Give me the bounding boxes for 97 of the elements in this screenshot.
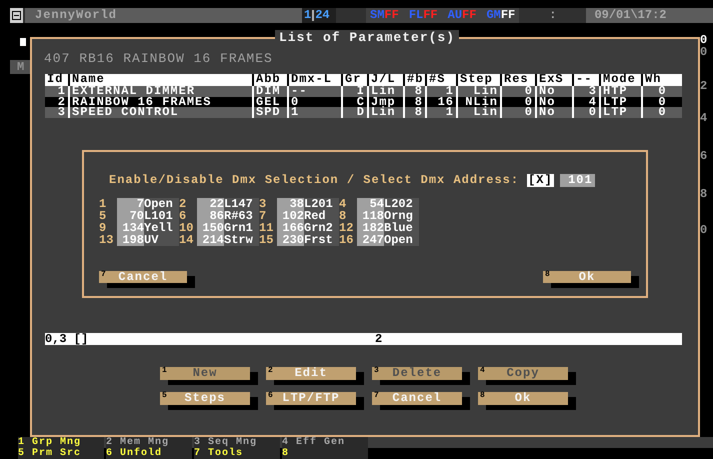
flag-label: FL — [408, 8, 424, 23]
function-key[interactable]: 2 Mem Mng — [106, 437, 192, 448]
slot-name: Grn1 — [224, 222, 259, 234]
function-key[interactable]: 7 Tools — [194, 448, 280, 459]
slot-index: 3 — [259, 198, 268, 210]
page-number: 1 — [304, 8, 312, 23]
flag-label: SM — [370, 8, 384, 23]
slot-name: Frst — [304, 234, 339, 246]
scale-label: 0 — [700, 46, 708, 58]
function-key[interactable]: 5 Prm Src — [18, 448, 104, 459]
slot-index: 9 — [99, 222, 108, 234]
flag-value: FF — [384, 8, 399, 23]
function-key[interactable]: 4 Eff Gen — [282, 437, 368, 448]
status-value: 2 — [375, 332, 382, 344]
slot-name: Open — [144, 198, 179, 210]
scale-label: 2 — [700, 80, 708, 92]
table-cell-text: 2 — [56, 96, 67, 107]
function-key[interactable]: 3 Seq Mng — [194, 437, 280, 448]
table-cell: Lin — [456, 107, 500, 118]
slot-name: Yell — [144, 222, 179, 234]
flag-value: FF — [500, 8, 516, 23]
slot-index: 5 — [99, 210, 108, 222]
slot-name: Red — [304, 210, 339, 222]
slot-index: 13 — [99, 234, 114, 246]
action-button[interactable]: 5 Steps — [160, 392, 250, 404]
table-cell: SPEED CONTROL — [68, 107, 252, 118]
table-cell: 1 — [425, 107, 456, 118]
dialog-subtitle: 407 RB16 RAINBOW 16 FRAMES — [44, 51, 273, 66]
slot-name: L147 — [224, 198, 259, 210]
slot-name: R#63 — [224, 210, 259, 222]
table-row[interactable]: 3 SPEED CONTROL SPD 1 D Lin 8 1 Lin 0 No 0 LTP 0 — [45, 107, 682, 118]
side-label: M — [10, 60, 30, 74]
slot-index: 14 — [179, 234, 194, 246]
table-row[interactable]: 1 EXTERNAL DIMMER DIM -- I Lin 8 1 Lin 0 No 3 HTP 0 — [45, 86, 682, 96]
slot-name: Strw — [224, 234, 259, 246]
dialog-button[interactable]: 7 Cancel — [99, 271, 187, 283]
scale-label: 0 — [700, 34, 708, 46]
dialog-button[interactable]: 8 Ok — [543, 271, 631, 283]
scale-label: 4 — [700, 112, 708, 124]
flag-value: FF — [462, 8, 476, 23]
slot-index: 16 — [339, 234, 354, 246]
table-cell-text: 3 — [56, 107, 67, 118]
slot-index: 1 — [99, 198, 108, 210]
action-button[interactable]: 7 Cancel — [372, 392, 462, 404]
slot-index: 4 — [339, 198, 348, 210]
slot-index: 15 — [259, 234, 274, 246]
table-cell: LTP — [599, 107, 641, 118]
slot-name: L201 — [304, 198, 339, 210]
slot-index: 8 — [339, 210, 348, 222]
slot-index: 7 — [259, 210, 268, 222]
action-button[interactable]: 8 Ok — [478, 392, 568, 404]
table-cell: 0 — [572, 107, 599, 118]
table-cell: No — [535, 107, 572, 118]
cursor-position: 0,3 [] — [45, 332, 90, 344]
slot-index: 11 — [259, 222, 274, 234]
minimize-icon[interactable] — [10, 8, 23, 23]
table-cell: Lin — [367, 107, 403, 118]
slot-name: L202 — [384, 198, 419, 210]
table-cell: D — [341, 107, 367, 118]
slot-name: UV — [144, 234, 179, 246]
slot-name: Orng — [384, 210, 419, 222]
slot-index: 10 — [179, 222, 194, 234]
separator: : — [549, 8, 556, 23]
cursor-mark — [312, 10, 314, 21]
function-key[interactable]: 8 — [282, 448, 368, 459]
table-cell: 0 — [500, 107, 535, 118]
slot-index: 6 — [179, 210, 188, 222]
scale-label: 0 — [700, 224, 708, 236]
function-key[interactable]: 6 Unfold — [106, 448, 192, 459]
table-cell: 1 — [287, 107, 341, 118]
slot-index: 12 — [339, 222, 354, 234]
flag-label: GM — [486, 8, 501, 23]
square-icon — [20, 38, 26, 46]
table-cell-text: 1 — [56, 86, 67, 96]
table-cell: 0 — [641, 107, 682, 118]
dialog-title: List of Parameter(s) — [275, 30, 460, 45]
action-button[interactable]: 6 LTP/FTP — [266, 392, 356, 404]
slot-name: L101 — [144, 210, 179, 222]
flag-label: AU — [448, 8, 462, 23]
slot-name: Blue — [384, 222, 419, 234]
table-row[interactable]: 2 RAINBOW 16 FRAMES GEL 0 C Jmp 8 16 NLin 0 No 4 LTP 0 — [45, 96, 682, 107]
slot-name: Open — [384, 234, 419, 246]
action-button[interactable]: 2 Edit — [266, 366, 356, 380]
page-total: 24 — [315, 8, 330, 23]
column-header: Id — [46, 74, 64, 86]
slot-index: 2 — [179, 198, 188, 210]
app-title: JennyWorld — [25, 8, 302, 23]
dmx-enable-checkbox[interactable]: [X] — [527, 174, 554, 187]
scale-label: 8 — [700, 188, 708, 200]
table-cell: SPD — [252, 107, 287, 118]
date-time: 09/01\17:2 — [586, 8, 713, 23]
dmx-prompt: Enable/Disable Dmx Selection / Select Dmx Address: — [109, 174, 520, 187]
scale-label: 6 — [700, 150, 708, 162]
slot-name: Grn2 — [304, 222, 339, 234]
table-cell: 8 — [403, 107, 425, 118]
flag-value: FF — [423, 8, 438, 23]
function-key[interactable]: 1 Grp Mng — [18, 437, 104, 448]
